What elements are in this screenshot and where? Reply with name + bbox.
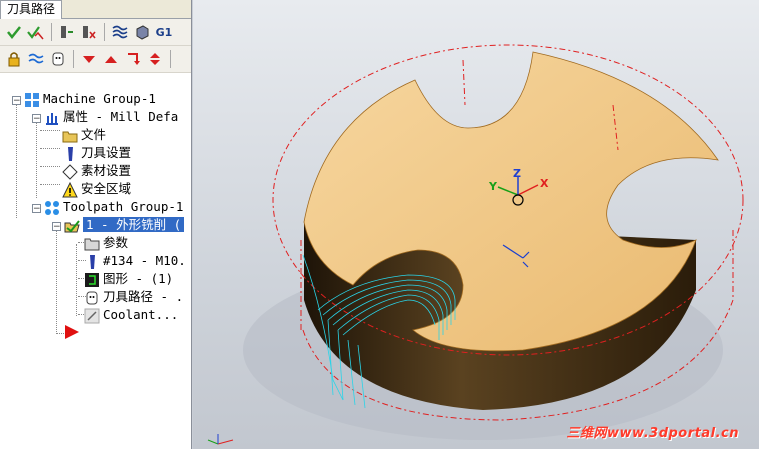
ghost-icon[interactable]: [48, 49, 68, 69]
tree-coolant[interactable]: Coolant...: [84, 306, 178, 324]
tab-toolpaths[interactable]: 刀具路径: [0, 0, 63, 19]
tool-settings-label: 刀具设置: [81, 145, 132, 160]
tree-toolpath-group[interactable]: Toolpath Group-1: [44, 198, 183, 216]
files-label: 文件: [81, 127, 107, 142]
stock-icon[interactable]: [132, 22, 152, 42]
toolpath-group-icon: [44, 200, 60, 216]
graphics-viewport[interactable]: X Y Z 三维网www.3dportal.cn: [193, 0, 759, 449]
tree-tool[interactable]: #134 - M10.: [84, 252, 186, 270]
g1-icon[interactable]: G1: [154, 22, 174, 42]
safety-zone-label: 安全区域: [81, 181, 132, 196]
geometry-label: 图形 - (1): [103, 271, 174, 286]
mill-properties-icon: [44, 110, 60, 126]
parameters-folder-icon: [84, 236, 100, 252]
operations-tree: − Machine Group-1 − 属性 - Mill Defa 文件 刀具…: [0, 88, 192, 449]
toolpath-waves-icon[interactable]: [26, 49, 46, 69]
toolpath-label: 刀具路径 - .: [103, 289, 184, 304]
expand-properties[interactable]: −: [32, 114, 41, 124]
coolant-icon: [84, 308, 100, 324]
tree-machine-group[interactable]: Machine Group-1: [24, 90, 156, 108]
stock-setup-icon: [62, 163, 78, 180]
tree-tool-settings[interactable]: 刀具设置: [62, 144, 131, 162]
tree-geometry[interactable]: 图形 - (1): [84, 270, 173, 288]
tree-safety-zone[interactable]: 安全区域: [62, 180, 131, 198]
arrow-up-icon[interactable]: [101, 49, 121, 69]
tree-stock-setup[interactable]: 素材设置: [62, 162, 131, 180]
verify-all-icon[interactable]: [26, 22, 46, 42]
expand-toolpath-group[interactable]: −: [32, 204, 41, 214]
axis-y-label: Y: [488, 180, 498, 193]
verify-selected-icon[interactable]: [4, 22, 24, 42]
geometry-icon: [84, 272, 100, 288]
g1-label: G1: [155, 25, 173, 39]
toolbar-row-2: [0, 46, 191, 73]
up-down-icon[interactable]: [145, 49, 165, 69]
axis-x-label: X: [540, 177, 549, 190]
waves-icon[interactable]: [110, 22, 130, 42]
tree-parameters[interactable]: 参数: [84, 234, 128, 252]
tree-operation-contour[interactable]: 1 - 外形铣削 (: [64, 216, 185, 234]
corner-axis-icon: [207, 434, 234, 445]
toolpath-manager-panel: 刀具路径 G1 − Machine Group-1 − 属性 - Mill De…: [0, 0, 192, 449]
tool-settings-icon: [62, 146, 78, 162]
end-mill-icon: [84, 254, 100, 270]
machine-group-icon: [24, 92, 40, 108]
toolpath-group-label: Toolpath Group-1: [63, 199, 184, 214]
machine-group-label: Machine Group-1: [43, 91, 156, 106]
properties-label: 属性 - Mill Defa: [63, 109, 179, 124]
part-model: X Y Z: [207, 44, 744, 445]
lock-icon[interactable]: [4, 49, 24, 69]
tool-label: #134 - M10.: [103, 253, 186, 268]
jump-icon[interactable]: [123, 49, 143, 69]
arrow-down-icon[interactable]: [79, 49, 99, 69]
panel-tab-bar: 刀具路径: [0, 0, 191, 19]
tree-toolpath[interactable]: 刀具路径 - .: [84, 288, 183, 306]
warning-icon: [62, 181, 78, 198]
operation-label: 1 - 外形铣削 (: [83, 217, 185, 232]
tree-properties[interactable]: 属性 - Mill Defa: [44, 108, 178, 126]
folder-icon: [62, 128, 78, 144]
tool-regen-icon[interactable]: [57, 22, 77, 42]
toolbar-row-1: G1: [0, 19, 191, 46]
insert-arrow-icon[interactable]: [64, 324, 80, 343]
toolpath-ghost-icon: [84, 290, 100, 306]
watermark: 三维网www.3dportal.cn: [566, 426, 739, 441]
tree-files[interactable]: 文件: [62, 126, 106, 144]
expand-operation[interactable]: −: [52, 222, 61, 232]
expand-machine-group[interactable]: −: [12, 96, 21, 106]
coolant-label: Coolant...: [103, 307, 179, 322]
tool-delete-icon[interactable]: [79, 22, 99, 42]
axis-z-label: Z: [513, 167, 521, 180]
parameters-label: 参数: [103, 235, 129, 250]
operation-folder-icon: [64, 218, 80, 234]
stock-setup-label: 素材设置: [81, 163, 132, 178]
